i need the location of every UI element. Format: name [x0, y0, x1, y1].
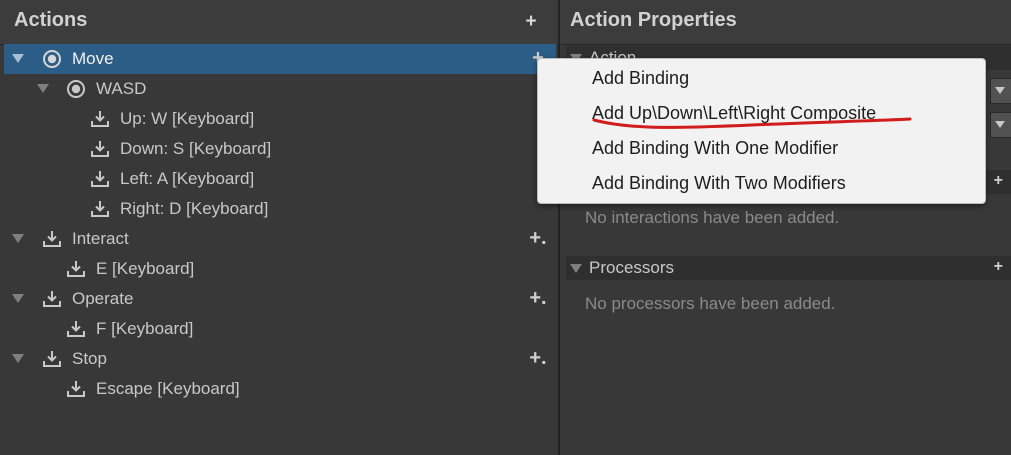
download-tray-icon	[67, 381, 85, 397]
download-tray-icon	[67, 321, 85, 337]
action-row-stop[interactable]: Stop +.	[4, 344, 556, 374]
download-tray-icon	[67, 261, 85, 277]
radio-target-icon	[67, 80, 85, 98]
menu-item-add-binding[interactable]: Add Binding	[538, 60, 985, 95]
processors-section-header[interactable]: Processors +	[566, 256, 1011, 280]
binding-label: Down: S [Keyboard]	[120, 139, 272, 158]
binding-row-f[interactable]: F [Keyboard]	[4, 314, 556, 344]
action-label: Interact	[72, 229, 129, 248]
triangle-down-icon[interactable]	[12, 294, 24, 303]
download-tray-icon	[43, 291, 61, 307]
chevron-down-icon	[995, 87, 1005, 94]
add-processor-button[interactable]: +	[994, 256, 1003, 278]
binding-row-left[interactable]: Left: A [Keyboard]	[4, 164, 556, 194]
action-label: Stop	[72, 349, 107, 368]
processors-empty-message: No processors have been added.	[585, 294, 836, 313]
menu-item-add-binding-one-modifier[interactable]: Add Binding With One Modifier	[538, 130, 985, 165]
action-row-interact[interactable]: Interact +.	[4, 224, 556, 254]
menu-item-label: Add Binding	[592, 68, 690, 88]
triangle-down-icon[interactable]	[12, 234, 24, 243]
add-interaction-button[interactable]: +	[994, 170, 1003, 192]
action-label: Move	[72, 49, 114, 68]
properties-title: Action Properties	[570, 9, 737, 31]
binding-row-right[interactable]: Right: D [Keyboard]	[4, 194, 556, 224]
download-tray-icon	[91, 111, 109, 127]
triangle-down-icon[interactable]	[12, 354, 24, 363]
menu-item-label: Add Binding With One Modifier	[592, 138, 839, 158]
action-row-operate[interactable]: Operate +.	[4, 284, 556, 314]
binding-row-up[interactable]: Up: W [Keyboard]	[4, 104, 556, 134]
download-tray-icon	[91, 141, 109, 157]
triangle-down-icon[interactable]	[12, 54, 24, 63]
action-row-move[interactable]: Move +	[4, 44, 556, 74]
add-binding-button[interactable]: +.	[528, 345, 548, 371]
binding-label: Up: W [Keyboard]	[120, 109, 255, 128]
properties-header: Action Properties	[560, 0, 1011, 45]
actions-title: Actions	[14, 9, 88, 31]
download-tray-icon	[91, 201, 109, 217]
binding-label: F [Keyboard]	[96, 319, 194, 338]
action-type-dropdown[interactable]	[990, 78, 1011, 104]
add-binding-button[interactable]: +.	[528, 285, 548, 311]
triangle-down-icon[interactable]	[570, 264, 582, 273]
interactions-empty-message: No interactions have been added.	[585, 208, 840, 227]
download-tray-icon	[91, 171, 109, 187]
binding-label: Left: A [Keyboard]	[120, 169, 255, 188]
composite-row-wasd[interactable]: WASD	[4, 74, 556, 104]
binding-row-e[interactable]: E [Keyboard]	[4, 254, 556, 284]
action-label: Operate	[72, 289, 134, 308]
add-binding-button[interactable]: +.	[528, 225, 548, 251]
chevron-down-icon	[995, 121, 1005, 128]
radio-target-icon	[43, 50, 61, 68]
binding-label: Right: D [Keyboard]	[120, 199, 269, 218]
binding-row-down[interactable]: Down: S [Keyboard]	[4, 134, 556, 164]
binding-label: Escape [Keyboard]	[96, 379, 240, 398]
composite-label: WASD	[96, 79, 147, 98]
processors-section-label: Processors	[589, 258, 675, 277]
triangle-down-icon[interactable]	[37, 84, 49, 93]
actions-panel: Actions + Move + WASD Up: W [Keyboard]	[0, 0, 558, 455]
download-tray-icon	[43, 351, 61, 367]
red-underline-annotation	[592, 117, 912, 129]
add-action-button[interactable]: +	[520, 9, 542, 35]
control-type-dropdown[interactable]	[990, 112, 1011, 138]
binding-label: E [Keyboard]	[96, 259, 195, 278]
binding-row-escape[interactable]: Escape [Keyboard]	[4, 374, 556, 404]
menu-item-add-binding-two-modifiers[interactable]: Add Binding With Two Modifiers	[538, 165, 985, 200]
actions-header: Actions +	[0, 0, 558, 45]
download-tray-icon	[43, 231, 61, 247]
menu-item-label: Add Binding With Two Modifiers	[592, 173, 846, 193]
